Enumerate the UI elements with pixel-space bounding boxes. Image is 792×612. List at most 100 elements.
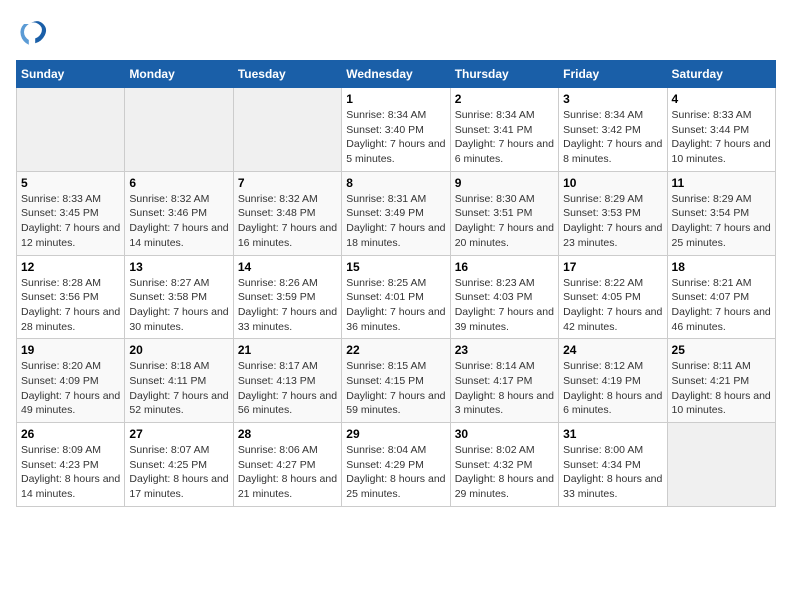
calendar-header: SundayMondayTuesdayWednesdayThursdayFrid… xyxy=(17,61,776,88)
day-number: 6 xyxy=(129,176,228,190)
calendar-cell: 24 Sunrise: 8:12 AMSunset: 4:19 PMDayligh… xyxy=(559,339,667,423)
calendar-cell: 22 Sunrise: 8:15 AMSunset: 4:15 PMDayligh… xyxy=(342,339,450,423)
header-day-saturday: Saturday xyxy=(667,61,775,88)
logo xyxy=(16,16,54,48)
day-number: 18 xyxy=(672,260,771,274)
calendar-cell: 18 Sunrise: 8:21 AMSunset: 4:07 PMDayligh… xyxy=(667,255,775,339)
day-info: Sunrise: 8:14 AMSunset: 4:17 PMDaylight:… xyxy=(455,359,554,418)
calendar-cell xyxy=(667,423,775,507)
day-info: Sunrise: 8:22 AMSunset: 4:05 PMDaylight:… xyxy=(563,276,662,335)
calendar-body: 1Sunrise: 8:34 AMSunset: 3:40 PMDaylight… xyxy=(17,88,776,507)
day-info: Sunrise: 8:00 AMSunset: 4:34 PMDaylight:… xyxy=(563,443,662,502)
day-number: 2 xyxy=(455,92,554,106)
day-info: Sunrise: 8:04 AMSunset: 4:29 PMDaylight:… xyxy=(346,443,445,502)
calendar-cell xyxy=(125,88,233,172)
day-number: 30 xyxy=(455,427,554,441)
day-number: 14 xyxy=(238,260,337,274)
day-number: 15 xyxy=(346,260,445,274)
header-day-monday: Monday xyxy=(125,61,233,88)
calendar-cell: 11 Sunrise: 8:29 AMSunset: 3:54 PMDayligh… xyxy=(667,171,775,255)
day-number: 9 xyxy=(455,176,554,190)
day-info: Sunrise: 8:21 AMSunset: 4:07 PMDaylight:… xyxy=(672,276,771,335)
calendar-week-5: 26 Sunrise: 8:09 AMSunset: 4:23 PMDayligh… xyxy=(17,423,776,507)
calendar-cell: 25Sunrise: 8:11 AMSunset: 4:21 PMDayligh… xyxy=(667,339,775,423)
header-day-wednesday: Wednesday xyxy=(342,61,450,88)
calendar-cell: 16 Sunrise: 8:23 AMSunset: 4:03 PMDayligh… xyxy=(450,255,558,339)
day-info: Sunrise: 8:12 AMSunset: 4:19 PMDaylight:… xyxy=(563,359,662,418)
logo-icon xyxy=(16,16,48,48)
day-info: Sunrise: 8:17 AMSunset: 4:13 PMDaylight:… xyxy=(238,359,337,418)
day-info: Sunrise: 8:27 AMSunset: 3:58 PMDaylight:… xyxy=(129,276,228,335)
calendar-cell xyxy=(17,88,125,172)
day-info: Sunrise: 8:15 AMSunset: 4:15 PMDaylight:… xyxy=(346,359,445,418)
calendar-cell: 1Sunrise: 8:34 AMSunset: 3:40 PMDaylight… xyxy=(342,88,450,172)
day-info: Sunrise: 8:02 AMSunset: 4:32 PMDaylight:… xyxy=(455,443,554,502)
day-number: 19 xyxy=(21,343,120,357)
calendar-cell: 7 Sunrise: 8:32 AMSunset: 3:48 PMDaylight… xyxy=(233,171,341,255)
calendar-cell: 21Sunrise: 8:17 AMSunset: 4:13 PMDayligh… xyxy=(233,339,341,423)
header-day-thursday: Thursday xyxy=(450,61,558,88)
calendar-cell: 29 Sunrise: 8:04 AMSunset: 4:29 PMDayligh… xyxy=(342,423,450,507)
calendar-cell: 23Sunrise: 8:14 AMSunset: 4:17 PMDayligh… xyxy=(450,339,558,423)
day-info: Sunrise: 8:34 AMSunset: 3:42 PMDaylight:… xyxy=(563,108,662,167)
calendar-cell: 15 Sunrise: 8:25 AMSunset: 4:01 PMDayligh… xyxy=(342,255,450,339)
calendar-cell: 12Sunrise: 8:28 AMSunset: 3:56 PMDayligh… xyxy=(17,255,125,339)
calendar-week-2: 5 Sunrise: 8:33 AMSunset: 3:45 PMDaylight… xyxy=(17,171,776,255)
day-number: 11 xyxy=(672,176,771,190)
day-number: 29 xyxy=(346,427,445,441)
day-number: 31 xyxy=(563,427,662,441)
calendar-cell xyxy=(233,88,341,172)
page-header xyxy=(16,16,776,48)
day-info: Sunrise: 8:23 AMSunset: 4:03 PMDaylight:… xyxy=(455,276,554,335)
calendar-cell: 13 Sunrise: 8:27 AMSunset: 3:58 PMDayligh… xyxy=(125,255,233,339)
day-info: Sunrise: 8:06 AMSunset: 4:27 PMDaylight:… xyxy=(238,443,337,502)
calendar-cell: 17 Sunrise: 8:22 AMSunset: 4:05 PMDayligh… xyxy=(559,255,667,339)
day-info: Sunrise: 8:29 AMSunset: 3:54 PMDaylight:… xyxy=(672,192,771,251)
day-info: Sunrise: 8:32 AMSunset: 3:46 PMDaylight:… xyxy=(129,192,228,251)
calendar-week-4: 19 Sunrise: 8:20 AMSunset: 4:09 PMDayligh… xyxy=(17,339,776,423)
day-number: 10 xyxy=(563,176,662,190)
day-info: Sunrise: 8:18 AMSunset: 4:11 PMDaylight:… xyxy=(129,359,228,418)
calendar-week-1: 1Sunrise: 8:34 AMSunset: 3:40 PMDaylight… xyxy=(17,88,776,172)
day-info: Sunrise: 8:20 AMSunset: 4:09 PMDaylight:… xyxy=(21,359,120,418)
day-number: 24 xyxy=(563,343,662,357)
day-number: 20 xyxy=(129,343,228,357)
calendar-cell: 30 Sunrise: 8:02 AMSunset: 4:32 PMDayligh… xyxy=(450,423,558,507)
calendar-cell: 28Sunrise: 8:06 AMSunset: 4:27 PMDayligh… xyxy=(233,423,341,507)
calendar-cell: 26 Sunrise: 8:09 AMSunset: 4:23 PMDayligh… xyxy=(17,423,125,507)
day-info: Sunrise: 8:26 AMSunset: 3:59 PMDaylight:… xyxy=(238,276,337,335)
day-info: Sunrise: 8:07 AMSunset: 4:25 PMDaylight:… xyxy=(129,443,228,502)
calendar-cell: 2Sunrise: 8:34 AMSunset: 3:41 PMDaylight… xyxy=(450,88,558,172)
header-day-friday: Friday xyxy=(559,61,667,88)
day-info: Sunrise: 8:33 AMSunset: 3:45 PMDaylight:… xyxy=(21,192,120,251)
day-number: 17 xyxy=(563,260,662,274)
calendar-table: SundayMondayTuesdayWednesdayThursdayFrid… xyxy=(16,60,776,507)
calendar-cell: 10Sunrise: 8:29 AMSunset: 3:53 PMDayligh… xyxy=(559,171,667,255)
day-number: 22 xyxy=(346,343,445,357)
day-info: Sunrise: 8:30 AMSunset: 3:51 PMDaylight:… xyxy=(455,192,554,251)
day-info: Sunrise: 8:31 AMSunset: 3:49 PMDaylight:… xyxy=(346,192,445,251)
day-number: 4 xyxy=(672,92,771,106)
day-number: 26 xyxy=(21,427,120,441)
calendar-cell: 5 Sunrise: 8:33 AMSunset: 3:45 PMDaylight… xyxy=(17,171,125,255)
day-number: 25 xyxy=(672,343,771,357)
day-number: 16 xyxy=(455,260,554,274)
day-info: Sunrise: 8:09 AMSunset: 4:23 PMDaylight:… xyxy=(21,443,120,502)
calendar-cell: 8 Sunrise: 8:31 AMSunset: 3:49 PMDaylight… xyxy=(342,171,450,255)
calendar-cell: 31 Sunrise: 8:00 AMSunset: 4:34 PMDayligh… xyxy=(559,423,667,507)
day-number: 7 xyxy=(238,176,337,190)
day-number: 13 xyxy=(129,260,228,274)
day-info: Sunrise: 8:32 AMSunset: 3:48 PMDaylight:… xyxy=(238,192,337,251)
day-info: Sunrise: 8:25 AMSunset: 4:01 PMDaylight:… xyxy=(346,276,445,335)
day-info: Sunrise: 8:33 AMSunset: 3:44 PMDaylight:… xyxy=(672,108,771,167)
calendar-cell: 4 Sunrise: 8:33 AMSunset: 3:44 PMDaylight… xyxy=(667,88,775,172)
day-info: Sunrise: 8:34 AMSunset: 3:40 PMDaylight:… xyxy=(346,108,445,167)
day-number: 3 xyxy=(563,92,662,106)
header-row: SundayMondayTuesdayWednesdayThursdayFrid… xyxy=(17,61,776,88)
calendar-cell: 20 Sunrise: 8:18 AMSunset: 4:11 PMDayligh… xyxy=(125,339,233,423)
day-number: 12 xyxy=(21,260,120,274)
calendar-cell: 19 Sunrise: 8:20 AMSunset: 4:09 PMDayligh… xyxy=(17,339,125,423)
day-number: 8 xyxy=(346,176,445,190)
header-day-tuesday: Tuesday xyxy=(233,61,341,88)
day-number: 5 xyxy=(21,176,120,190)
